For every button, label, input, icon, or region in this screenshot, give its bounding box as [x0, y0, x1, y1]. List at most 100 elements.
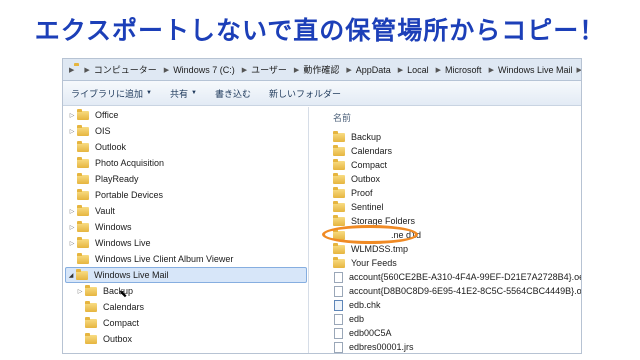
burn-button[interactable]: 書き込む [215, 87, 251, 100]
address-bar[interactable]: ▶ ▶ コンピューター ▶ Windows 7 (C:) ▶ ユーザー ▶ 動作確認 ▶… [63, 59, 582, 81]
folder-icon [333, 200, 345, 212]
tree-item-label: Outlook [95, 142, 127, 152]
breadcrumb-user[interactable]: 動作確認 [303, 63, 339, 76]
list-item-label: Your Feeds [351, 258, 397, 268]
chevron-right-icon: ▶ [293, 66, 300, 74]
file-icon [334, 327, 343, 339]
folder-icon [76, 268, 88, 280]
tree-item-windows-live-mail[interactable]: ◢ Windows Live Mail [65, 267, 307, 283]
folder-icon [85, 332, 97, 344]
collapse-arrow-icon[interactable]: ◢ [66, 272, 76, 279]
list-item-label: Outbox [351, 174, 381, 184]
expand-arrow-icon[interactable]: ▷ [67, 208, 77, 215]
breadcrumb-local[interactable]: Local [407, 65, 429, 75]
tree-item-windows[interactable]: ▷ Windows [67, 219, 132, 235]
expand-arrow-icon[interactable]: ▷ [67, 224, 77, 231]
folder-icon [333, 172, 345, 184]
share-button[interactable]: 共有 ▼ [170, 87, 197, 100]
tree-item-label: Portable Devices [95, 190, 164, 200]
chevron-right-icon: ▶ [346, 66, 352, 74]
navigation-pane: ▷ Office ▷ OIS Outlook Photo Acquisition P… [63, 107, 309, 353]
folder-icon [333, 144, 345, 156]
folder-icon [77, 156, 89, 168]
chevron-right-icon: ▶ [435, 66, 442, 74]
chevron-right-icon: ▶ [241, 66, 248, 74]
expand-arrow-icon[interactable]: ▷ [67, 240, 77, 247]
list-item-label: WLMDSS.tmp [351, 244, 409, 254]
tree-item-vault[interactable]: ▷ Vault [67, 203, 115, 219]
page-headline: エクスポートしないで直の保管場所からコピー！ [34, 16, 606, 45]
tree-item-label: OIS [95, 126, 111, 136]
list-item-label: edb [349, 314, 365, 324]
folder-icon [77, 220, 89, 232]
share-label: 共有 [169, 88, 188, 99]
folder-icon [333, 242, 345, 254]
tree-item-label: Office [95, 110, 119, 120]
address-dropdown-icon[interactable]: ▶ [69, 66, 74, 74]
folder-icon [77, 204, 89, 216]
file-icon [334, 313, 343, 325]
tree-item-label: Outbox [103, 334, 133, 344]
add-to-library-label: ライブラリに追加 [71, 88, 144, 99]
folder-icon [85, 284, 97, 296]
tree-item-label: Photo Acquisition [95, 158, 165, 168]
breadcrumb-appdata[interactable]: AppData [356, 65, 391, 75]
chevron-right-icon: ▶ [84, 66, 90, 74]
list-item-label: Calendars [351, 146, 393, 156]
folder-icon [77, 236, 89, 248]
breadcrumb-drive-c[interactable]: Windows 7 (C:) [173, 65, 235, 75]
tree-item-compact[interactable]: Compact [75, 315, 139, 331]
breadcrumb-windows-live-mail[interactable]: Windows Live Mail [498, 65, 573, 75]
tree-item-label: Calendars [103, 302, 145, 312]
list-item-label: Compact [351, 160, 388, 170]
tree-item-photo-acquisition[interactable]: Photo Acquisition [67, 155, 164, 171]
list-item-label: account{D8B0C8D9-6E95-41E2-8C5C-5564CBC4… [349, 286, 582, 296]
folder-icon [333, 256, 345, 268]
expand-arrow-icon[interactable]: ▷ [75, 288, 85, 295]
folder-icon [333, 130, 345, 142]
list-item-label: Sentinel [351, 202, 384, 212]
expand-arrow-icon[interactable]: ▷ [67, 112, 77, 119]
add-to-library-button[interactable]: ライブラリに追加 ▼ [71, 87, 152, 100]
column-header-name[interactable]: 名前 [325, 107, 581, 127]
list-item[interactable]: edbres00001.jrs [333, 339, 414, 353]
folder-icon [77, 140, 89, 152]
file-icon [334, 285, 343, 297]
tree-item-label: PlayReady [95, 174, 139, 184]
tree-item-outlook[interactable]: Outlook [67, 139, 126, 155]
chevron-down-icon: ▼ [146, 90, 152, 96]
list-item-label: Backup [351, 132, 382, 142]
chevron-down-icon: ▼ [190, 90, 197, 96]
checkpoint-file-icon [334, 299, 343, 311]
tree-item-label: Compact [103, 318, 140, 328]
tree-item-portable-devices[interactable]: Portable Devices [67, 187, 163, 203]
chevron-right-icon: ▶ [576, 66, 582, 74]
list-item-label: account{560CE2BE-A310-4F4A-99EF-D21E7A27… [349, 272, 582, 282]
list-item-label: edb.chk [349, 300, 381, 310]
tree-item-backup[interactable]: ▷ Backup ⬉ [75, 283, 133, 300]
breadcrumb-microsoft[interactable]: Microsoft [445, 65, 482, 75]
tree-item-outbox[interactable]: Outbox [75, 331, 132, 347]
tree-item-calendars[interactable]: Calendars [75, 299, 144, 315]
tree-item-label: Vault [95, 206, 115, 216]
folder-icon [77, 172, 89, 184]
tree-item-album-viewer[interactable]: Windows Live Client Album Viewer [67, 251, 233, 267]
folder-icon [85, 300, 97, 312]
new-folder-button[interactable]: 新しいフォルダー [269, 87, 341, 100]
tree-item-label: Backup [103, 286, 134, 296]
explorer-window: ▶ ▶ コンピューター ▶ Windows 7 (C:) ▶ ユーザー ▶ 動作確認 ▶… [62, 58, 582, 354]
file-icon [334, 271, 343, 283]
expand-arrow-icon[interactable]: ▷ [67, 128, 77, 135]
folder-icon [333, 158, 345, 170]
folder-icon [333, 214, 345, 226]
tree-item-playready[interactable]: PlayReady [67, 171, 139, 187]
breadcrumb-users[interactable]: ユーザー [251, 63, 287, 76]
folder-icon [85, 316, 97, 328]
highlight-ring [322, 225, 418, 244]
list-item-label: edbres00001.jrs [349, 342, 414, 352]
tree-item-windows-live[interactable]: ▷ Windows Live [67, 235, 151, 251]
folder-icon [77, 124, 89, 136]
tree-item-ois[interactable]: ▷ OIS [67, 123, 111, 139]
breadcrumb-computer[interactable]: コンピューター [94, 63, 157, 76]
tree-item-office[interactable]: ▷ Office [67, 107, 118, 123]
